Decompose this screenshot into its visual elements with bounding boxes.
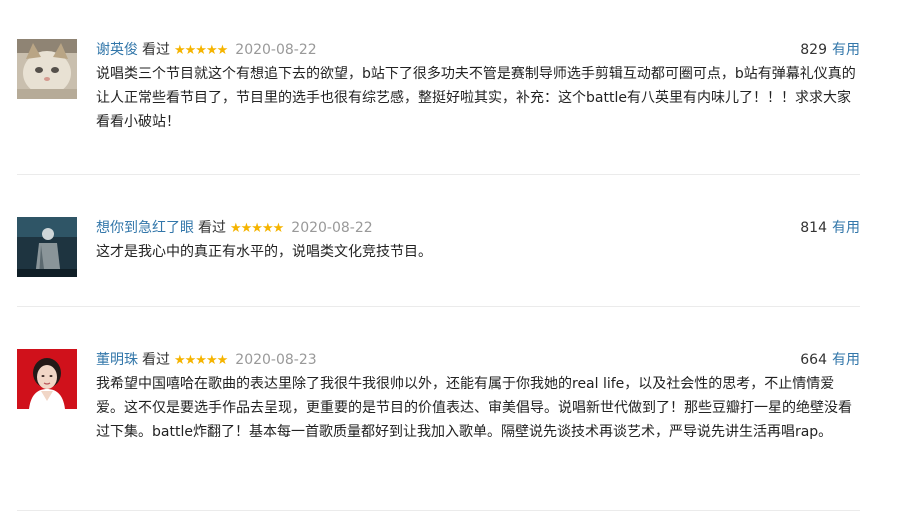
- rating-stars-icon: ★★★★★: [174, 353, 228, 368]
- divider: [17, 174, 860, 175]
- avatar[interactable]: [17, 349, 77, 409]
- review-header: 想你到急红了眼 看过 ★★★★★ 2020-08-22 814 有用: [96, 217, 860, 239]
- review-date: 2020-08-22: [235, 42, 317, 58]
- stage-performer-photo-icon: [17, 217, 77, 277]
- review-content: 我希望中国嘻哈在歌曲的表达里除了我很牛我很帅以外，还能有属于你我她的real l…: [96, 376, 852, 440]
- divider: [17, 510, 860, 511]
- useful-button[interactable]: 有用: [832, 42, 860, 58]
- woman-portrait-red-background-icon: [17, 349, 77, 409]
- review-item: 谢英俊 看过 ★★★★★ 2020-08-22 829 有用 说唱类三个节目就这个有想追…: [17, 39, 860, 151]
- useful-button[interactable]: 有用: [832, 352, 860, 368]
- author-link[interactable]: 想你到急红了眼: [96, 220, 194, 236]
- review-header: 谢英俊 看过 ★★★★★ 2020-08-22 829 有用: [96, 39, 860, 61]
- vote-count: 814: [800, 220, 827, 236]
- watch-status: 看过: [142, 352, 170, 368]
- avatar[interactable]: [17, 39, 77, 99]
- review-content: 这才是我心中的真正有水平的，说唱类文化竞技节目。: [96, 244, 432, 260]
- kitten-photo-icon: [17, 39, 77, 99]
- watch-status: 看过: [198, 220, 226, 236]
- review-date: 2020-08-22: [291, 220, 373, 236]
- avatar[interactable]: [17, 217, 77, 277]
- divider: [17, 306, 860, 307]
- useful-button[interactable]: 有用: [832, 220, 860, 236]
- vote-count: 829: [800, 42, 827, 58]
- vote-count: 664: [800, 352, 827, 368]
- review-item: 董明珠 看过 ★★★★★ 2020-08-23 664 有用 我希望中国嘻哈在歌曲的表达…: [17, 349, 860, 489]
- review-content: 说唱类三个节目就这个有想追下去的欲望，b站下了很多功夫不管是赛制导师选手剪辑互动…: [96, 66, 856, 130]
- watch-status: 看过: [142, 42, 170, 58]
- votes: 814 有用: [800, 217, 860, 239]
- author-link[interactable]: 董明珠: [96, 352, 138, 368]
- review-item: 想你到急红了眼 看过 ★★★★★ 2020-08-22 814 有用 这才是我心中的真正…: [17, 217, 860, 279]
- rating-stars-icon: ★★★★★: [230, 221, 284, 236]
- votes: 664 有用: [800, 349, 860, 371]
- rating-stars-icon: ★★★★★: [174, 43, 228, 58]
- votes: 829 有用: [800, 39, 860, 61]
- author-link[interactable]: 谢英俊: [96, 42, 138, 58]
- review-date: 2020-08-23: [235, 352, 317, 368]
- review-header: 董明珠 看过 ★★★★★ 2020-08-23 664 有用: [96, 349, 860, 371]
